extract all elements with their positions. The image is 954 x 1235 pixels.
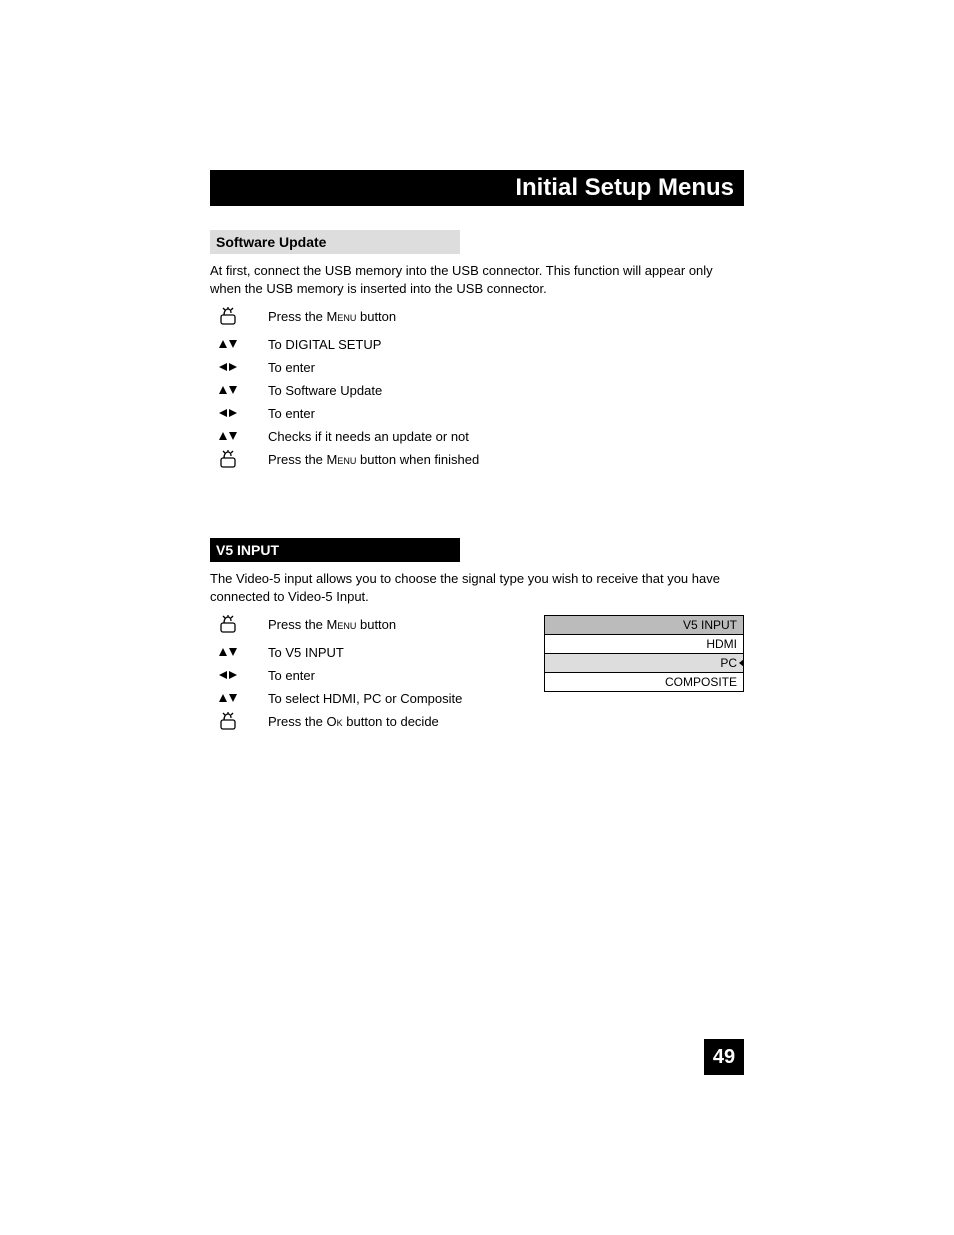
steps-list: Press the Menu button To DIGITAL SETUP To … <box>218 307 744 470</box>
menu-table-header: V5 INPUT <box>545 616 743 635</box>
up-down-arrows-icon <box>218 646 238 658</box>
section-heading-software-update: Software Update <box>210 230 460 254</box>
step-row: Checks if it needs an update or not <box>218 427 744 447</box>
page-title-bar: Initial Setup Menus <box>210 170 744 206</box>
step-text: To select HDMI, PC or Composite <box>268 689 462 708</box>
step-text: To DIGITAL SETUP <box>268 335 381 354</box>
steps-list: Press the Menu button To V5 INPUT To enter… <box>218 615 524 732</box>
step-text: Press the Ok button to decide <box>268 712 439 731</box>
onscreen-menu-table: V5 INPUT HDMIPCCOMPOSITE <box>544 615 744 692</box>
menu-table-row: COMPOSITE <box>545 673 743 691</box>
step-row: To Software Update <box>218 381 744 401</box>
step-row: To enter <box>218 358 744 378</box>
step-row: Press the Menu button <box>218 307 744 327</box>
step-row: Press the Menu button when finished <box>218 450 744 470</box>
page-number: 49 <box>704 1039 744 1075</box>
up-down-arrows-icon <box>218 381 268 399</box>
step-text: Checks if it needs an update or not <box>268 427 469 446</box>
press-button-icon <box>218 615 268 633</box>
manual-page: Initial Setup Menus Software Update At f… <box>0 0 954 740</box>
left-right-arrows-icon <box>218 404 268 422</box>
step-row: To enter <box>218 404 744 424</box>
step-text: Press the Menu button <box>268 615 396 634</box>
up-down-arrows-icon <box>218 384 238 396</box>
left-right-arrows-icon <box>218 358 268 376</box>
press-button-icon <box>218 450 268 468</box>
section-intro: The Video-5 input allows you to choose t… <box>210 570 744 605</box>
up-down-arrows-icon <box>218 692 238 704</box>
step-row: Press the Menu button <box>218 615 524 635</box>
press-button-icon <box>218 449 240 469</box>
up-down-arrows-icon <box>218 430 238 442</box>
menu-table-row: HDMI <box>545 635 743 654</box>
press-button-icon <box>218 306 240 326</box>
left-right-arrows-icon <box>218 669 238 681</box>
up-down-arrows-icon <box>218 335 268 353</box>
step-row: To select HDMI, PC or Composite <box>218 689 524 709</box>
menu-table-row: PC <box>545 654 743 673</box>
left-right-arrows-icon <box>218 666 268 684</box>
step-text: To enter <box>268 666 315 685</box>
up-down-arrows-icon <box>218 338 238 350</box>
left-right-arrows-icon <box>218 361 238 373</box>
step-text: To enter <box>268 404 315 423</box>
step-row: To enter <box>218 666 524 686</box>
page-title: Initial Setup Menus <box>515 174 734 202</box>
step-row: To DIGITAL SETUP <box>218 335 744 355</box>
press-button-icon <box>218 307 268 325</box>
up-down-arrows-icon <box>218 689 268 707</box>
step-text: Press the Menu button when finished <box>268 450 479 469</box>
press-button-icon <box>218 614 240 634</box>
section-intro: At first, connect the USB memory into th… <box>210 262 744 297</box>
step-row: Press the Ok button to decide <box>218 712 524 732</box>
left-right-arrows-icon <box>218 407 238 419</box>
step-text: To Software Update <box>268 381 382 400</box>
press-button-icon <box>218 712 268 730</box>
step-text: To enter <box>268 358 315 377</box>
up-down-arrows-icon <box>218 643 268 661</box>
up-down-arrows-icon <box>218 427 268 445</box>
step-text: Press the Menu button <box>268 307 396 326</box>
step-text: To V5 INPUT <box>268 643 344 662</box>
section-heading-v5-input: V5 INPUT <box>210 538 460 562</box>
step-row: To V5 INPUT <box>218 643 524 663</box>
press-button-icon <box>218 711 240 731</box>
